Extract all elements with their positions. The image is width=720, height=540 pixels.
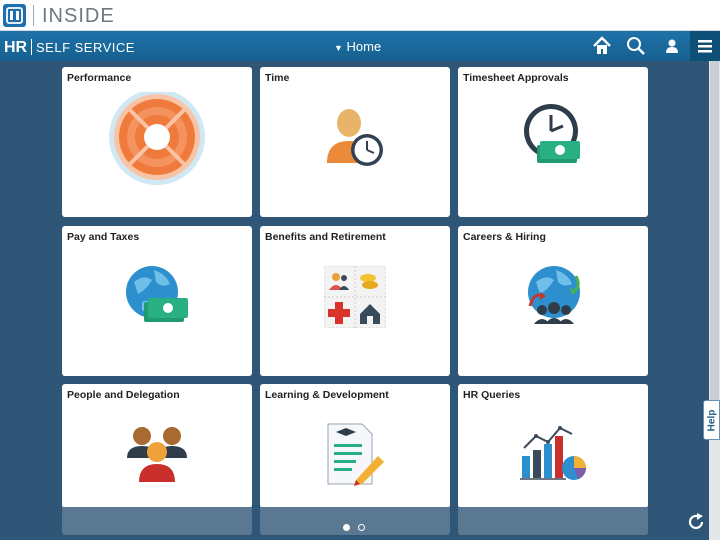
tile-footer-strip [62,507,252,535]
brand-divider [33,5,34,26]
tile-learning-and-development[interactable]: Learning & Development [260,384,450,508]
caret-down-icon: ▼ [334,43,343,53]
page-dot-1[interactable] [343,524,350,531]
clock-money-icon [520,103,586,169]
lifebuoy-target-icon [107,89,207,192]
help-label: Help [706,409,718,432]
user-icon[interactable] [661,35,683,57]
benefits-grid-icon [323,265,387,329]
globe-money-icon [124,264,190,330]
scrollbar-thumb[interactable] [710,61,719,401]
page-dot-2[interactable] [358,524,366,531]
search-icon[interactable] [625,35,647,57]
tile-title: Time [265,72,290,84]
person-clock-icon [322,103,388,169]
refresh-icon[interactable] [686,512,706,532]
tile-title: Timesheet Approvals [463,72,569,84]
tile-careers-and-hiring[interactable]: Careers & Hiring [458,226,648,376]
people-group-icon [124,424,190,486]
tile-title: Careers & Hiring [463,231,546,243]
app-header: HR SELF SERVICE ▼ Home [0,31,720,61]
tile-title: Learning & Development [265,389,389,401]
brand-bar: INSIDE [0,0,720,31]
pagination-dots [343,518,369,536]
header-divider [31,39,32,55]
tile-benefits-and-retirement[interactable]: Benefits and Retirement [260,226,450,376]
hr-logo-text: HR [4,39,28,56]
help-tab[interactable]: Help [703,400,720,440]
tile-people-and-delegation[interactable]: People and Delegation [62,384,252,508]
tile-hr-queries[interactable]: HR Queries [458,384,648,508]
tile-title: HR Queries [463,389,521,401]
scrollbar[interactable] [709,61,720,540]
tile-pay-and-taxes[interactable]: Pay and Taxes [62,226,252,376]
document-pencil-icon [326,422,386,486]
home-icon[interactable] [591,35,613,57]
hr-subtitle: SELF SERVICE [36,40,135,55]
home-title: Home [346,39,382,54]
tile-timesheet-approvals[interactable]: Timesheet Approvals [458,67,648,217]
tile-title: People and Delegation [67,389,180,401]
globe-people-icon [520,262,588,330]
tile-title: Pay and Taxes [67,231,140,243]
tile-footer-strip [458,507,648,535]
bar-pie-chart-icon [520,422,586,484]
brand-name: INSIDE [42,5,115,27]
tile-time[interactable]: Time [260,67,450,217]
tile-title: Benefits and Retirement [265,231,386,243]
home-dropdown[interactable]: ▼ Home [334,39,381,54]
menu-icon[interactable] [690,31,720,61]
sandia-logo-icon [3,4,26,27]
tile-performance[interactable]: Performance [62,67,252,217]
tile-title: Performance [67,72,132,84]
